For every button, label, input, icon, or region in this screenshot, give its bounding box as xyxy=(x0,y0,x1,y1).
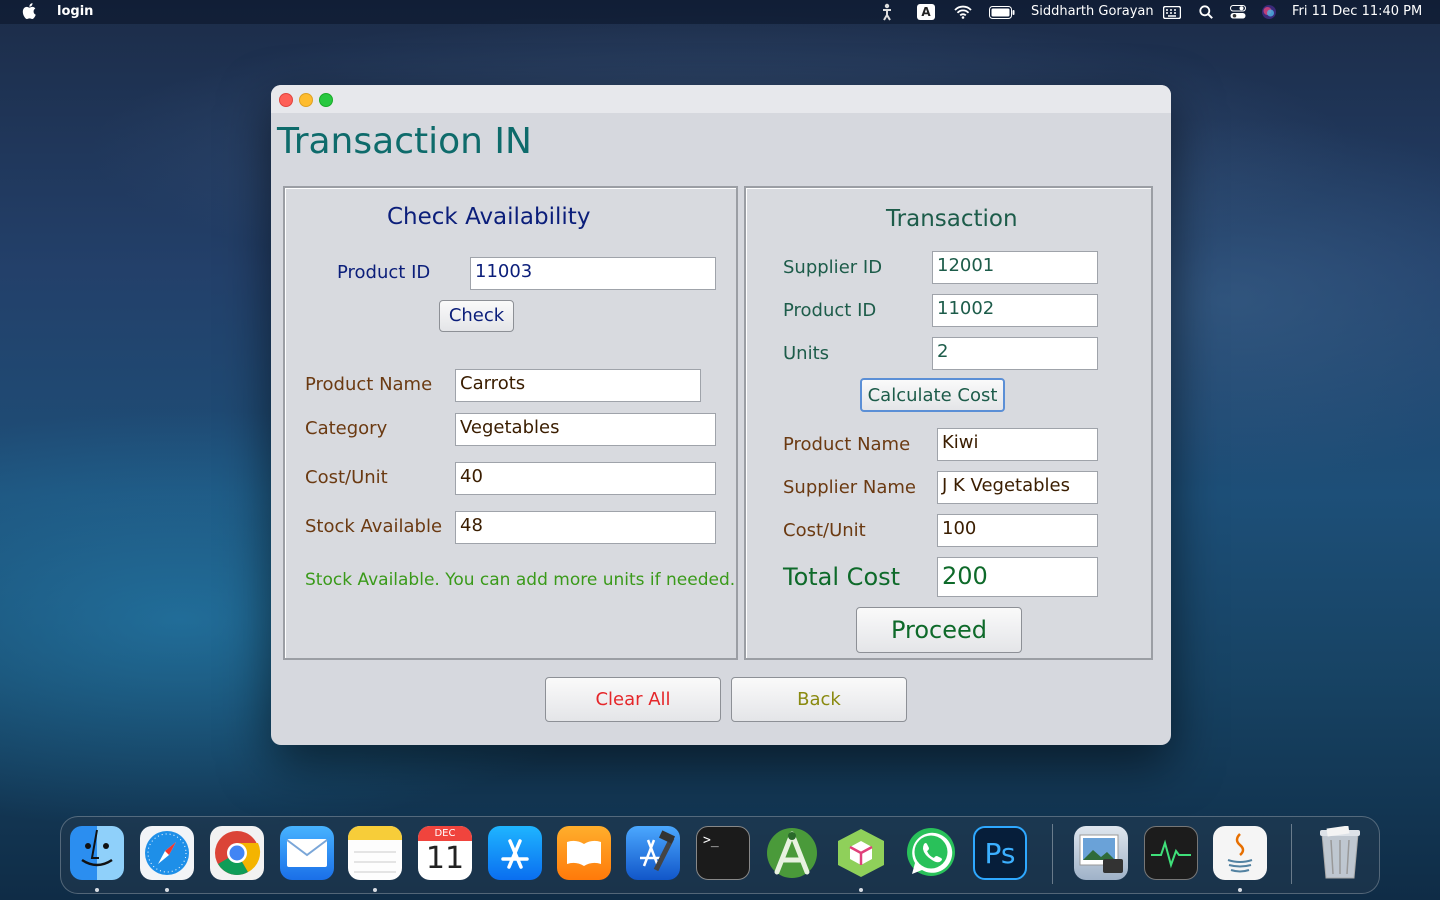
netbeans-running-indicator xyxy=(859,888,863,892)
transaction-in-window: Transaction IN Check Availability Produc… xyxy=(271,85,1171,745)
check-availability-title: Check Availability xyxy=(387,204,591,230)
menu-bar: login A Siddharth Gorayan Fri 11 Dec 11:… xyxy=(0,0,1440,24)
notes-running-indicator xyxy=(373,888,377,892)
books-icon[interactable] xyxy=(557,826,611,880)
app-store-icon[interactable] xyxy=(488,826,542,880)
total-cost-field[interactable]: 200 xyxy=(937,557,1098,597)
stock-available-label: Stock Available xyxy=(305,516,443,537)
check-button[interactable]: Check xyxy=(439,300,514,332)
transaction-title: Transaction xyxy=(886,206,1018,232)
app-name-menu[interactable]: login xyxy=(57,4,93,19)
input-source-icon[interactable]: A xyxy=(917,4,935,20)
finder-icon[interactable] xyxy=(70,826,124,880)
units-label: Units xyxy=(783,343,830,364)
activity-monitor-icon[interactable] xyxy=(1144,826,1198,880)
whatsapp-icon[interactable] xyxy=(903,826,957,880)
proceed-button[interactable]: Proceed xyxy=(856,607,1022,653)
transaction-product-id-label: Product ID xyxy=(783,300,877,321)
keyboard-icon[interactable] xyxy=(1162,3,1182,21)
check-product-id-label: Product ID xyxy=(337,262,431,283)
notes-header-strip xyxy=(348,826,402,840)
photoshop-icon[interactable]: Ps xyxy=(973,826,1027,880)
calendar-icon[interactable]: DEC 11 xyxy=(418,826,472,880)
xcode-icon[interactable] xyxy=(626,826,680,880)
safari-running-indicator xyxy=(165,888,169,892)
cost-per-unit-label: Cost/Unit xyxy=(305,467,388,488)
photoshop-label: Ps xyxy=(984,836,1016,870)
java-icon[interactable] xyxy=(1213,826,1267,880)
back-button[interactable]: Back xyxy=(731,677,907,722)
product-name-label: Product Name xyxy=(305,374,433,395)
netbeans-icon[interactable] xyxy=(834,826,888,880)
page-title: Transaction IN xyxy=(277,121,532,162)
transaction-product-name-field[interactable]: Kiwi xyxy=(937,428,1098,461)
wifi-icon[interactable] xyxy=(953,3,973,21)
battery-icon[interactable] xyxy=(988,3,1016,21)
supplier-id-label: Supplier ID xyxy=(783,257,883,278)
mail-icon[interactable] xyxy=(280,826,334,880)
category-field[interactable]: Vegetables xyxy=(455,413,716,446)
clear-all-button[interactable]: Clear All xyxy=(545,677,721,722)
terminal-prompt: >_ xyxy=(703,833,719,848)
finder-running-indicator xyxy=(95,888,99,892)
supplier-name-label: Supplier Name xyxy=(783,477,916,498)
calendar-day: 11 xyxy=(425,841,465,876)
terminal-icon[interactable]: >_ xyxy=(696,826,750,880)
control-center-icon[interactable] xyxy=(1228,3,1248,21)
notes-icon[interactable] xyxy=(348,826,402,880)
stock-status-message: Stock Available. You can add more units … xyxy=(305,570,736,590)
calendar-month: DEC xyxy=(418,826,472,841)
check-availability-panel: Check Availability Product ID 11003 Chec… xyxy=(283,186,738,660)
minimize-window-button[interactable] xyxy=(299,93,313,107)
clock[interactable]: Fri 11 Dec 11:40 PM xyxy=(1292,4,1422,19)
calculate-cost-button[interactable]: Calculate Cost xyxy=(860,378,1005,412)
safari-icon[interactable] xyxy=(140,826,194,880)
close-window-button[interactable] xyxy=(279,93,293,107)
siri-icon[interactable] xyxy=(1260,3,1278,21)
supplier-name-field[interactable]: J K Vegetables xyxy=(937,471,1098,504)
user-name-menu[interactable]: Siddharth Gorayan xyxy=(1031,4,1154,19)
transaction-cost-per-unit-field[interactable]: 100 xyxy=(937,514,1098,547)
apple-menu-icon[interactable] xyxy=(22,2,36,20)
transaction-product-name-label: Product Name xyxy=(783,434,911,455)
spotlight-search-icon[interactable] xyxy=(1197,3,1215,21)
product-name-field[interactable]: Carrots xyxy=(455,369,701,402)
transaction-panel: Transaction Supplier ID 12001 Product ID… xyxy=(744,186,1153,660)
cost-per-unit-field[interactable]: 40 xyxy=(455,462,716,495)
dock-separator-2 xyxy=(1291,824,1292,884)
dock-separator xyxy=(1052,824,1053,884)
zoom-window-button[interactable] xyxy=(319,93,333,107)
stock-available-field[interactable]: 48 xyxy=(455,511,716,544)
chrome-icon[interactable] xyxy=(210,826,264,880)
check-product-id-input[interactable]: 11003 xyxy=(470,257,716,290)
supplier-id-input[interactable]: 12001 xyxy=(932,251,1098,284)
window-titlebar[interactable] xyxy=(271,85,1171,113)
preview-icon[interactable] xyxy=(1074,826,1128,880)
total-cost-label: Total Cost xyxy=(783,563,901,591)
category-label: Category xyxy=(305,418,388,439)
android-studio-icon[interactable] xyxy=(765,826,819,880)
units-input[interactable]: 2 xyxy=(932,337,1098,370)
java-running-indicator xyxy=(1238,888,1242,892)
transaction-product-id-input[interactable]: 11002 xyxy=(932,294,1098,327)
trash-icon[interactable] xyxy=(1313,826,1367,880)
transaction-cost-per-unit-label: Cost/Unit xyxy=(783,520,866,541)
accessibility-icon[interactable] xyxy=(880,3,894,21)
